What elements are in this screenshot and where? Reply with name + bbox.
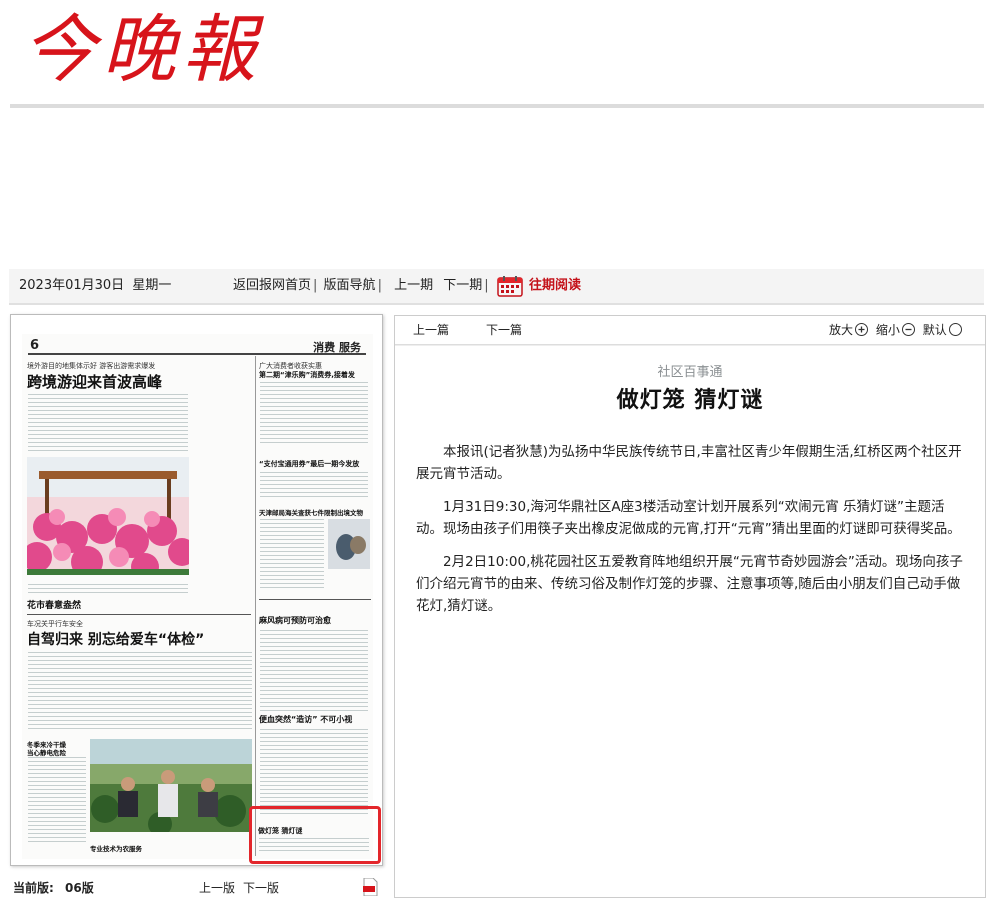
article-kicker: 社区百事通 — [657, 365, 723, 380]
side-headline-5[interactable]: 便血突然“造访” 不可小视 — [259, 714, 352, 725]
side-text-1 — [260, 382, 368, 446]
side-divider — [259, 599, 371, 600]
photo-caption-farm: 专业技术为农服务 — [90, 845, 142, 853]
calendar-icon[interactable] — [497, 275, 523, 297]
page-number: 6 — [30, 338, 40, 353]
photo-caption-flowers: 花市春意盎然 — [27, 601, 82, 611]
story1-text — [28, 394, 188, 452]
current-page-label: 当前版: — [13, 881, 54, 895]
photo-caption-text — [28, 584, 188, 594]
next-issue-link[interactable]: 下一期 — [443, 278, 482, 293]
current-page-value: 06版 — [65, 881, 94, 895]
side-text-4 — [260, 630, 368, 712]
home-link[interactable]: 返回报网首页 — [233, 278, 311, 293]
artifact-photo[interactable] — [328, 519, 370, 569]
page-thumbnail[interactable]: 6 消费 服务 境外游目的地集体示好 游客出游需求爆发 跨境游迎来首波高峰 花市… — [22, 334, 373, 859]
page-header-rule — [28, 353, 366, 355]
static-electricity-head: 当心静电危险 — [27, 749, 66, 757]
date-nav-bar: 2023年01月30日 星期一 返回报网首页 | 版面导航 | 上一期 下一期 | 往… — [9, 269, 984, 305]
flower-market-photo[interactable] — [22, 457, 196, 581]
article-panel: 上一篇 下一篇 放大 缩小 默认 社区百事通 做灯笼 猜灯谜 本报讯(记者狄慧)… — [394, 315, 986, 898]
next-article-link[interactable]: 下一篇 — [486, 316, 522, 344]
article-paragraph: 1月31日9:30,海河华鼎社区A座3楼活动室计划开展系列“欢闹元宵 乐猜灯谜”… — [416, 499, 961, 537]
article-title: 做灯笼 猜灯谜 — [616, 388, 764, 413]
newspaper-logo[interactable]: 今晚報 — [22, 2, 262, 98]
story2-headline[interactable]: 自驾归来 别忘给爱车“体检” — [27, 629, 204, 649]
side-headline-3[interactable]: 天津邮局海关查获七件限制出境文物 — [259, 507, 363, 517]
story1-kicker: 境外游目的地集体示好 游客出游需求爆发 — [27, 362, 156, 370]
story2-text — [28, 652, 252, 732]
article-body: 本报讯(记者狄慧)为弘扬中华民族传统节日,丰富社区青少年假期生活,红桥区两个社区… — [416, 441, 966, 628]
zoom-out-icon[interactable] — [901, 323, 915, 336]
prev-article-link[interactable]: 上一篇 — [413, 316, 449, 344]
zoom-in-label[interactable]: 放大 — [829, 323, 853, 337]
story-divider — [27, 614, 251, 615]
story1-headline[interactable]: 跨境游迎来首波高峰 — [27, 371, 162, 392]
zoom-out-label[interactable]: 缩小 — [876, 323, 900, 337]
article-toolbar: 上一篇 下一篇 放大 缩小 默认 — [395, 316, 985, 345]
zoom-default-icon[interactable] — [948, 323, 962, 336]
layout-nav-link[interactable]: 版面导航 — [324, 278, 376, 293]
story3-text — [28, 757, 86, 842]
masthead-divider — [10, 104, 984, 108]
masthead: 今晚報 — [0, 0, 991, 110]
issue-navigation: 返回报网首页 | 版面导航 | 上一期 下一期 | 往期阅读 — [233, 269, 583, 303]
story2-kicker: 车况关乎行车安全 — [27, 620, 83, 628]
archive-link[interactable]: 往期阅读 — [529, 278, 581, 293]
side-text-2 — [260, 472, 368, 498]
farm-technicians-photo[interactable] — [90, 739, 252, 836]
selected-article-highlight[interactable] — [249, 806, 381, 864]
toolbar-divider — [395, 345, 985, 346]
side-text-5 — [260, 729, 368, 817]
zoom-controls: 放大 缩小 默认 — [829, 316, 962, 344]
issue-weekday: 星期一 — [132, 278, 172, 293]
article-paragraph: 2月2日10:00,桃花园社区五爱教育阵地组织开展“元宵节奇妙园游会”活动。现场… — [416, 554, 963, 614]
column-divider — [255, 356, 256, 856]
article-paragraph: 本报讯(记者狄慧)为弘扬中华民族传统节日,丰富社区青少年假期生活,红桥区两个社区… — [416, 444, 962, 482]
side-headline-1[interactable]: 第二期“津乐购”消费券,接着发 — [259, 370, 355, 380]
issue-date-value: 2023年01月30日 — [19, 278, 125, 293]
zoom-in-icon[interactable] — [855, 323, 869, 336]
issue-date: 2023年01月30日 星期一 — [19, 269, 171, 303]
prev-issue-link[interactable]: 上一期 — [394, 278, 433, 293]
prev-page-link[interactable]: 上一版 — [199, 879, 235, 896]
zoom-default-label[interactable]: 默认 — [923, 323, 947, 337]
next-page-link[interactable]: 下一版 — [243, 879, 279, 896]
side-text-3 — [260, 519, 324, 591]
side-headline-2[interactable]: “支付宝通用券”最后一期今发放 — [259, 459, 359, 469]
side-headline-4[interactable]: 麻风病可预防可治愈 — [259, 615, 331, 626]
page-preview-panel: 6 消费 服务 境外游目的地集体示好 游客出游需求爆发 跨境游迎来首波高峰 花市… — [10, 314, 383, 866]
